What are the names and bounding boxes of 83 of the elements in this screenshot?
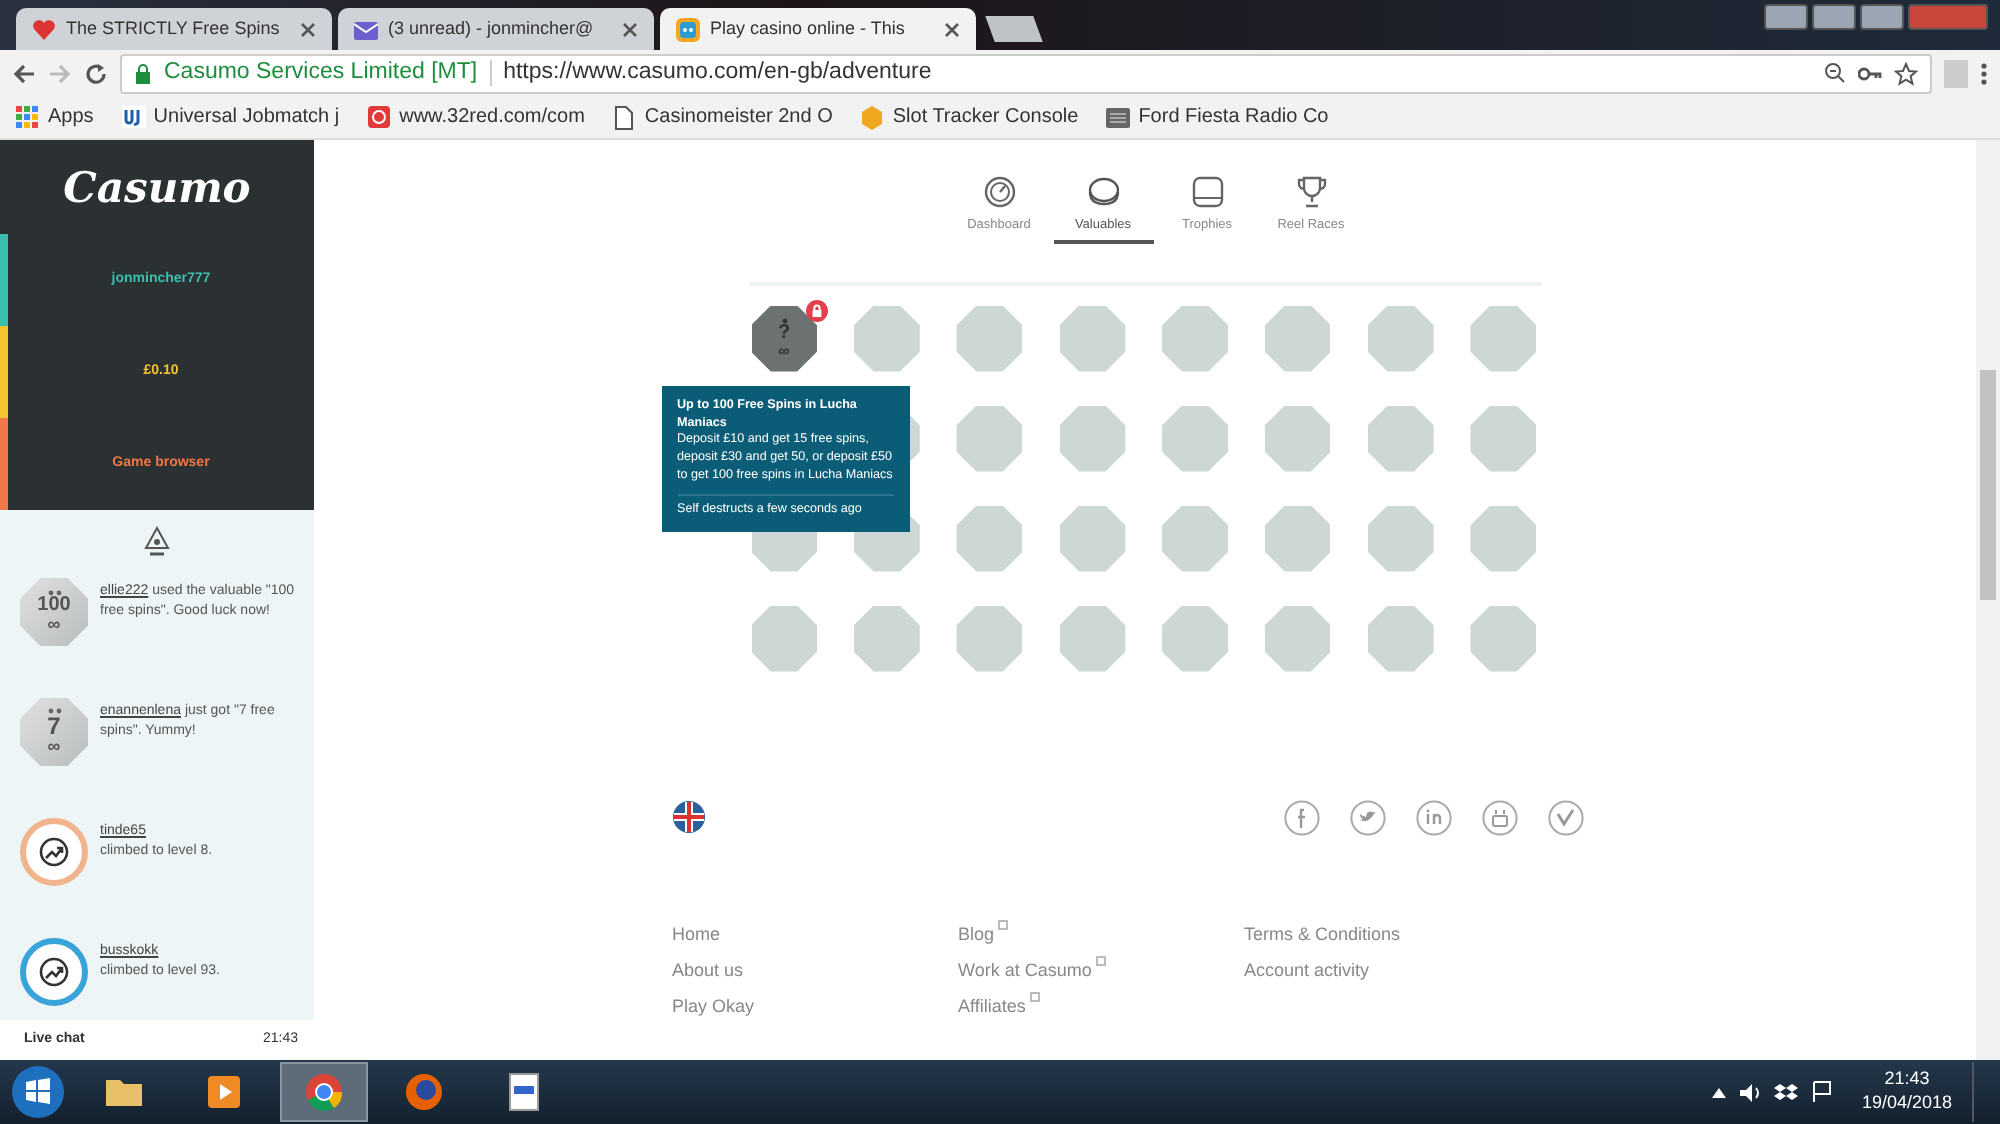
firefox-icon (400, 1068, 448, 1116)
menu-icon[interactable] (1980, 61, 1988, 85)
footer-link[interactable]: Affiliates (958, 991, 1244, 1022)
external-link-icon (1029, 991, 1040, 1002)
casino-logo-icon (367, 105, 392, 129)
dropbox-icon[interactable] (1773, 1081, 1798, 1103)
star-icon[interactable] (1894, 61, 1918, 85)
rounded-box-icon (1191, 176, 1223, 208)
chrome-icon (300, 1068, 348, 1116)
back-icon[interactable] (12, 61, 36, 85)
coin-stack-icon (1087, 176, 1119, 208)
question-mark: ? (777, 323, 791, 344)
extension-icon[interactable] (1944, 59, 1968, 87)
bookmark[interactable]: Ford Fiesta Radio Co (1106, 102, 1329, 132)
footer-link[interactable]: Terms & Conditions (1244, 919, 1530, 950)
reload-icon[interactable] (84, 61, 108, 85)
external-link-icon (1095, 955, 1106, 966)
scrollbar-thumb[interactable] (1980, 370, 1996, 600)
bookmark[interactable]: Slot Tracker Console (860, 102, 1079, 132)
dots-icon (47, 708, 61, 714)
taskbar-clock[interactable]: 21:43 19/04/2018 (1861, 1068, 1952, 1116)
clock-date: 19/04/2018 (1861, 1092, 1952, 1116)
app-icon (676, 17, 700, 41)
twitter-icon[interactable] (1350, 799, 1386, 836)
radio-icon (1106, 105, 1131, 129)
hexagon-badge-icon (860, 105, 885, 129)
maximize-button[interactable] (1860, 4, 1904, 30)
address-bar[interactable]: Casumo Services Limited [MT] https://www.casumo.com/en-gb/adventure (120, 53, 1932, 93)
bookmark[interactable]: Apps (16, 102, 94, 132)
infinity-symbol: ∞ (47, 616, 61, 634)
coin-value: 7 (47, 714, 61, 738)
envelope-icon (354, 17, 378, 41)
profile-button[interactable] (1764, 4, 1808, 30)
lock-icon (134, 63, 152, 83)
footer-link[interactable]: Play Okay (672, 991, 958, 1022)
browser-tab[interactable]: The STRICTLY Free Spins (16, 8, 332, 50)
new-tab-button[interactable] (985, 16, 1043, 42)
browser-tab[interactable]: (3 unread) - jonmincher@ (338, 8, 654, 50)
show-hidden-icons-icon[interactable] (1711, 1087, 1726, 1097)
footer-link[interactable]: Account activity (1244, 955, 1530, 986)
close-icon[interactable] (622, 21, 638, 37)
key-icon[interactable] (1858, 65, 1882, 81)
lock-icon (805, 299, 827, 322)
coin-value: 100 (37, 596, 71, 616)
trophy-icon (1295, 176, 1327, 208)
linkedin-icon[interactable] (1416, 799, 1452, 836)
footer-link[interactable]: Work at Casumo (958, 955, 1244, 986)
footer-link[interactable]: About us (672, 955, 958, 986)
start-button[interactable] (8, 1062, 68, 1122)
page-icon (612, 105, 637, 129)
flag-icon[interactable] (1809, 1080, 1834, 1104)
uj-logo-icon (121, 105, 146, 129)
activity-feed-icon[interactable] (144, 526, 170, 558)
infinity-symbol: ∞ (47, 738, 61, 756)
minimize-button[interactable] (1812, 4, 1856, 30)
url-text: https://www.casumo.com/en-gb/adventure (503, 57, 934, 88)
footer-link[interactable]: Blog (958, 919, 1244, 950)
zoom-out-icon[interactable] (1824, 62, 1846, 84)
bookmark[interactable]: Casinomeister 2nd O (612, 102, 833, 132)
close-button[interactable] (1908, 4, 1988, 30)
browser-tab[interactable]: Play casino online - This (660, 8, 976, 50)
clock-time: 21:43 (1882, 1068, 1932, 1092)
gauge-icon (983, 176, 1015, 208)
speaker-icon[interactable] (1737, 1081, 1762, 1103)
forward-icon[interactable] (48, 61, 72, 85)
external-link-icon (998, 919, 1009, 930)
dots-icon (47, 590, 61, 596)
dot-icon (781, 317, 787, 324)
scrollbar[interactable] (1976, 140, 2000, 1060)
uk-flag-icon[interactable] (672, 800, 706, 835)
casumo-logo[interactable]: Casumo (0, 140, 314, 234)
video-icon[interactable] (1482, 799, 1518, 836)
vimeo-icon[interactable] (1548, 799, 1584, 836)
bookmark[interactable]: www.32red.com/com (367, 102, 585, 132)
close-icon[interactable] (300, 21, 316, 37)
bookmark[interactable]: Universal Jobmatch j (121, 102, 340, 132)
heart-icon (32, 17, 56, 41)
apps-icon (16, 105, 40, 129)
infinity-symbol: ∞ (778, 343, 790, 360)
site-name: Casumo Services Limited [MT] (164, 57, 478, 88)
footer-link[interactable]: Home (672, 919, 958, 950)
close-icon[interactable] (944, 21, 960, 37)
facebook-icon[interactable] (1284, 799, 1320, 836)
